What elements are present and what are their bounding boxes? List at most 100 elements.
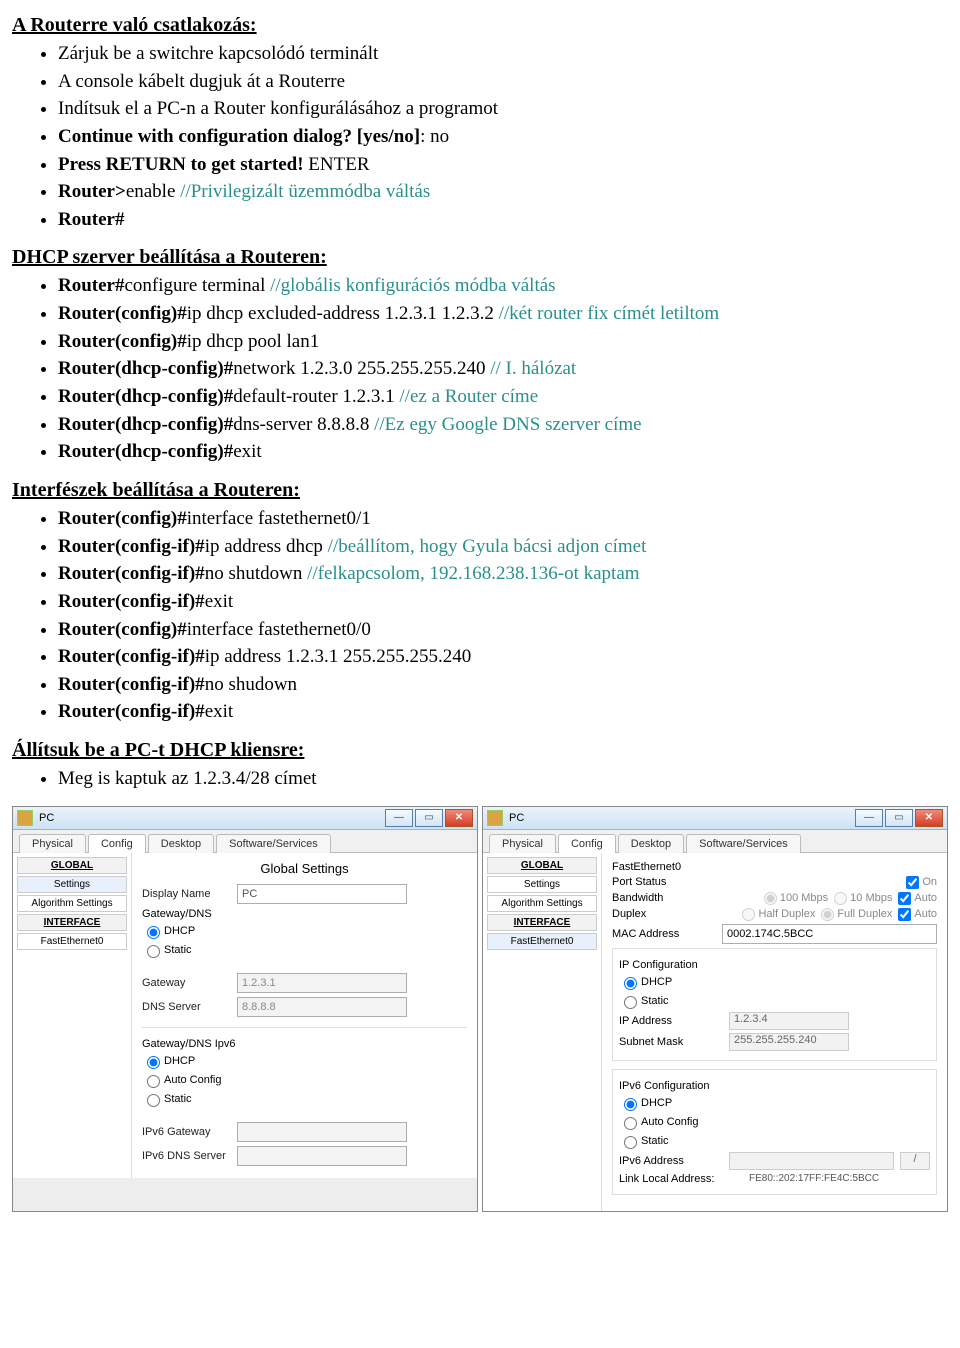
label-dhcp6: DHCP	[164, 1055, 195, 1067]
radio-half[interactable]	[742, 908, 755, 921]
ipaddr-value: 1.2.3.4	[729, 1012, 849, 1030]
list-item: Router(config-if)#no shudown	[58, 672, 948, 698]
label-gateway: Gateway	[142, 977, 237, 989]
screenshots-row: PC — ▭ ✕ Physical Config Desktop Softwar…	[12, 806, 948, 1212]
radio-dhcp[interactable]	[147, 926, 160, 939]
sidebar-header-global: GLOBAL	[487, 857, 597, 874]
maximize-button[interactable]: ▭	[415, 809, 443, 827]
close-button[interactable]: ✕	[445, 809, 473, 827]
label-dhcp: DHCP	[164, 925, 195, 937]
tab-desktop[interactable]: Desktop	[618, 834, 684, 853]
sidebar-item-algorithm[interactable]: Algorithm Settings	[17, 895, 127, 912]
list-item: Router(config)#ip dhcp pool lan1	[58, 329, 948, 355]
list-item: Router(dhcp-config)#exit	[58, 439, 948, 465]
label-static6: Static	[164, 1093, 192, 1105]
label-subnet: Subnet Mask	[619, 1036, 729, 1048]
label-ipv6conf: IPv6 Configuration	[619, 1080, 930, 1092]
label-port-status: Port Status	[612, 876, 722, 888]
label-mac: MAC Address	[612, 928, 722, 940]
tabs: Physical Config Desktop Software/Service…	[483, 830, 947, 853]
sidebar-item-fe0[interactable]: FastEthernet0	[17, 933, 127, 950]
label-dns: DNS Server	[142, 1001, 237, 1013]
radio-ipv6-dhcp[interactable]	[624, 1098, 637, 1111]
minimize-button[interactable]: —	[855, 809, 883, 827]
label-ipv6gw: IPv6 Gateway	[142, 1126, 237, 1138]
tab-config[interactable]: Config	[88, 834, 146, 853]
tab-software[interactable]: Software/Services	[216, 834, 331, 853]
radio-ip-static[interactable]	[624, 996, 637, 1009]
label-gwdns6: Gateway/DNS Ipv6	[142, 1038, 467, 1050]
list-item: Router(config)#interface fastethernet0/1	[58, 506, 948, 532]
window-title: PC	[509, 812, 524, 824]
tab-software[interactable]: Software/Services	[686, 834, 801, 853]
list-item: A console kábelt dugjuk át a Routerre	[58, 69, 948, 95]
bullet-list: Router#configure terminal //globális kon…	[12, 273, 948, 464]
sidebar-header-global: GLOBAL	[17, 857, 127, 874]
mac-input[interactable]	[722, 924, 937, 944]
pc-icon	[487, 810, 503, 826]
radio-full[interactable]	[821, 908, 834, 921]
maximize-button[interactable]: ▭	[885, 809, 913, 827]
label-bandwidth: Bandwidth	[612, 892, 722, 904]
ipv6-config-box: IPv6 Configuration DHCP Auto Config Stat…	[612, 1069, 937, 1195]
radio-dhcp6[interactable]	[147, 1056, 160, 1069]
list-item: Press RETURN to get started! ENTER	[58, 152, 948, 178]
pc-icon	[17, 810, 33, 826]
section-heading: Állítsuk be a PC-t DHCP kliensre:	[12, 739, 948, 762]
radio-static[interactable]	[147, 945, 160, 958]
sidebar-item-fe0[interactable]: FastEthernet0	[487, 933, 597, 950]
radio-10m[interactable]	[834, 892, 847, 905]
bullet-list: Router(config)#interface fastethernet0/1…	[12, 506, 948, 725]
radio-100m[interactable]	[764, 892, 777, 905]
ip-config-box: IP Configuration DHCP Static IP Address1…	[612, 948, 937, 1061]
pc-window-fe0: PC — ▭ ✕ Physical Config Desktop Softwar…	[482, 806, 948, 1212]
ipv6dns-input[interactable]	[237, 1146, 407, 1166]
list-item: Continue with configuration dialog? [yes…	[58, 124, 948, 150]
radio-ipv6-static[interactable]	[624, 1136, 637, 1149]
sidebar: GLOBAL Settings Algorithm Settings INTER…	[483, 853, 602, 1211]
label-ipconf: IP Configuration	[619, 959, 930, 971]
bullet-list: Zárjuk be a switchre kapcsolódó terminál…	[12, 41, 948, 232]
checkbox-on[interactable]	[906, 876, 919, 889]
panel-title: Global Settings	[142, 861, 467, 876]
tab-physical[interactable]: Physical	[19, 834, 86, 853]
label-on: On	[922, 876, 937, 888]
list-item: Router(config-if)#exit	[58, 589, 948, 615]
radio-ipv6-auto[interactable]	[624, 1117, 637, 1130]
label-auto6: Auto Config	[164, 1074, 221, 1086]
sidebar-header-interface: INTERFACE	[487, 914, 597, 931]
list-item: Router(config)#ip dhcp excluded-address …	[58, 301, 948, 327]
tab-config[interactable]: Config	[558, 834, 616, 853]
section-heading: DHCP szerver beállítása a Routeren:	[12, 246, 948, 269]
pc-window-global: PC — ▭ ✕ Physical Config Desktop Softwar…	[12, 806, 478, 1212]
global-settings-panel: Global Settings Display Name Gateway/DNS…	[132, 853, 477, 1178]
tabs: Physical Config Desktop Software/Service…	[13, 830, 477, 853]
label-ipv6dns: IPv6 DNS Server	[142, 1150, 237, 1162]
list-item: Router(config-if)#no shutdown //felkapcs…	[58, 561, 948, 587]
label-static: Static	[164, 944, 192, 956]
gateway-input[interactable]	[237, 973, 407, 993]
sidebar-item-settings[interactable]: Settings	[17, 876, 127, 893]
titlebar: PC — ▭ ✕	[483, 807, 947, 830]
ipv6gw-input[interactable]	[237, 1122, 407, 1142]
radio-ip-dhcp[interactable]	[624, 977, 637, 990]
close-button[interactable]: ✕	[915, 809, 943, 827]
sidebar-item-algorithm[interactable]: Algorithm Settings	[487, 895, 597, 912]
list-item: Indítsuk el a PC-n a Router konfigurálás…	[58, 96, 948, 122]
list-item: Router(config-if)#exit	[58, 699, 948, 725]
list-item: Router(dhcp-config)#default-router 1.2.3…	[58, 384, 948, 410]
tab-physical[interactable]: Physical	[489, 834, 556, 853]
radio-static6[interactable]	[147, 1094, 160, 1107]
list-item: Router(config)#interface fastethernet0/0	[58, 617, 948, 643]
ipv6addr-value	[729, 1152, 894, 1170]
bullet-list: Meg is kaptuk az 1.2.3.4/28 címet	[12, 766, 948, 792]
tab-desktop[interactable]: Desktop	[148, 834, 214, 853]
list-item: Router(dhcp-config)#network 1.2.3.0 255.…	[58, 356, 948, 382]
display-name-input[interactable]	[237, 884, 407, 904]
minimize-button[interactable]: —	[385, 809, 413, 827]
dns-input[interactable]	[237, 997, 407, 1017]
radio-auto6[interactable]	[147, 1075, 160, 1088]
checkbox-dup-auto[interactable]	[898, 908, 911, 921]
sidebar-item-settings[interactable]: Settings	[487, 876, 597, 893]
checkbox-bw-auto[interactable]	[898, 892, 911, 905]
